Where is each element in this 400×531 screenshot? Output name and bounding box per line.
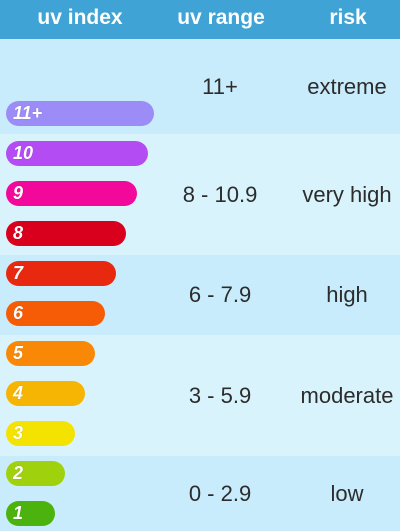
header-uv-index: uv index	[37, 6, 123, 29]
risk-cell: moderate	[300, 382, 394, 408]
header-uv-range: uv range	[177, 6, 265, 29]
risk-cell: very high	[302, 181, 392, 207]
uv-bar-9: 9	[6, 181, 137, 206]
uv-range-cell: 11+	[202, 73, 238, 99]
table-header: uv index uv range risk	[0, 0, 400, 39]
uv-bar-3: 3	[6, 421, 75, 446]
uv-bar-5: 5	[6, 341, 95, 366]
uv-range-cell: 0 - 2.9	[188, 480, 252, 506]
uv-range-cell: 6 - 7.9	[188, 282, 252, 307]
uv-bar-7: 7	[6, 261, 116, 286]
uv-bar-10: 10	[6, 141, 148, 166]
uv-range-cell: 8 - 10.9	[182, 181, 258, 207]
risk-cell: low	[330, 480, 364, 506]
uv-bar-11-plus: 11+	[6, 101, 154, 126]
risk-cell: high	[326, 282, 368, 307]
uv-bar-1: 1	[6, 501, 55, 526]
uv-bar-6: 6	[6, 301, 105, 326]
uv-bar-8: 8	[6, 221, 126, 246]
uv-range-cell: 3 - 5.9	[188, 382, 252, 408]
risk-cell: extreme	[307, 73, 387, 99]
uv-bar-2: 2	[6, 461, 65, 486]
uv-bar-4: 4	[6, 381, 85, 406]
header-risk: risk	[329, 6, 367, 29]
